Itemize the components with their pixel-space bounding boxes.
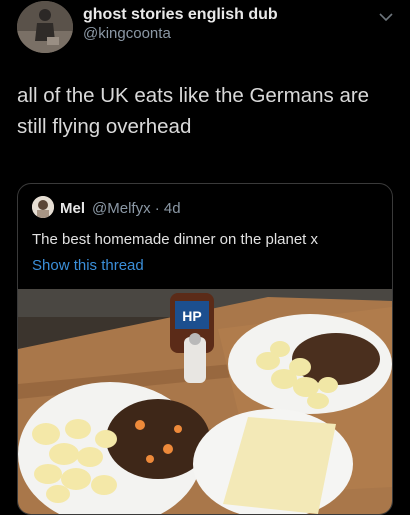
quoted-avatar-image: [32, 196, 54, 218]
chevron-down-icon[interactable]: [377, 10, 395, 24]
avatar-image: [17, 1, 73, 53]
author-handle[interactable]: @kingcoonta: [83, 25, 171, 42]
quoted-author-handle[interactable]: @Melfyx · 4d: [92, 200, 181, 217]
quoted-tweet-text: The best homemade dinner on the planet x: [32, 231, 319, 248]
author-name[interactable]: ghost stories english dub: [83, 6, 278, 24]
show-thread-link[interactable]: Show this thread: [32, 257, 144, 274]
quoted-author-name[interactable]: Mel: [60, 200, 85, 217]
author-avatar[interactable]: [17, 1, 73, 53]
quoted-author-avatar[interactable]: [32, 196, 54, 218]
dinner-photo[interactable]: HP: [18, 289, 392, 514]
tweet-text: all of the UK eats like the Germans are …: [17, 84, 370, 138]
salt-shaker-cap: [189, 333, 201, 345]
quoted-tweet-card[interactable]: Mel @Melfyx · 4d The best homemade dinne…: [17, 183, 393, 515]
hp-label-text: HP: [182, 308, 201, 324]
